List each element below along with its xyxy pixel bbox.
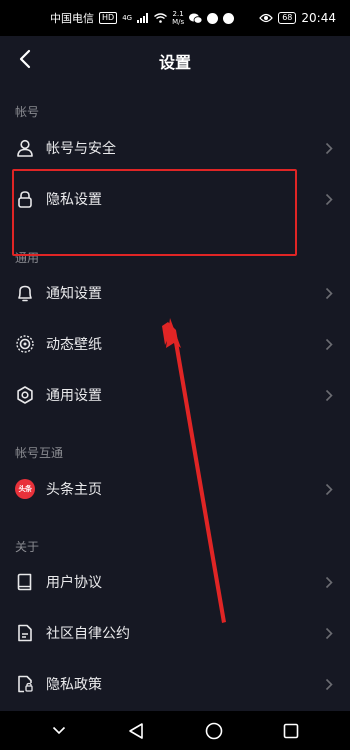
settings-item-notifications[interactable]: 通知设置 xyxy=(0,268,350,318)
chevron-right-icon xyxy=(324,192,334,206)
carrier-label: 中国电信 xyxy=(50,12,94,25)
chevron-right-icon xyxy=(324,337,334,351)
settings-item-label: 帐号与安全 xyxy=(46,141,116,157)
chevron-right-icon xyxy=(324,482,334,496)
settings-item-label: 隐私政策 xyxy=(46,677,102,693)
chevron-right-icon xyxy=(324,286,334,300)
page-header: 设置 xyxy=(0,36,350,82)
settings-item-community-convention[interactable]: 社区自律公约 xyxy=(0,608,350,658)
status-bar: 中国电信 HD 4G 2.1 M/s 68 20:44 xyxy=(0,0,350,36)
speed-unit: M/s xyxy=(172,18,185,26)
section-title-about: 关于 xyxy=(15,540,40,554)
settings-item-account-security[interactable]: 帐号与安全 xyxy=(0,123,350,173)
settings-item-privacy-policy[interactable]: 隐私政策 xyxy=(0,659,350,709)
book-icon xyxy=(14,571,36,593)
eye-icon xyxy=(259,13,274,23)
section-title-account: 帐号 xyxy=(15,105,40,119)
settings-item-toutiao[interactable]: 头条 头条主页 xyxy=(0,464,350,514)
settings-screen: 中国电信 HD 4G 2.1 M/s 68 20:44 设置 帐号 帐号与安全 … xyxy=(0,0,350,750)
network-type: 4G xyxy=(122,14,133,22)
battery-indicator: 68 xyxy=(278,12,297,24)
chevron-right-icon xyxy=(324,677,334,691)
chevron-right-icon xyxy=(324,388,334,402)
square-recents-icon xyxy=(283,723,299,738)
settings-item-label: 用户协议 xyxy=(46,575,102,591)
settings-item-general[interactable]: 通用设置 xyxy=(0,370,350,420)
settings-item-label: 头条主页 xyxy=(46,482,102,498)
settings-item-label: 社区自律公约 xyxy=(46,626,130,642)
document-icon xyxy=(14,622,36,644)
wallpaper-icon xyxy=(14,333,36,355)
person-icon xyxy=(14,137,36,159)
section-title-linked: 帐号互通 xyxy=(15,446,64,460)
speed-value: 2.1 xyxy=(172,10,184,18)
wechat-icon xyxy=(189,13,203,24)
settings-item-label: 通用设置 xyxy=(46,388,102,404)
chevron-right-icon xyxy=(324,575,334,589)
settings-item-user-agreement[interactable]: 用户协议 xyxy=(0,557,350,607)
chevron-right-icon xyxy=(324,141,334,155)
bell-icon xyxy=(14,282,36,304)
highlight-box xyxy=(12,169,297,256)
settings-item-label: 通知设置 xyxy=(46,286,102,302)
circle-home-icon xyxy=(205,722,223,739)
privacy-doc-icon xyxy=(14,673,36,695)
gear-icon xyxy=(14,384,36,406)
nav-recents-button[interactable] xyxy=(276,716,306,746)
status-left: 中国电信 HD 4G 2.1 M/s xyxy=(50,10,235,26)
app-notification-icon xyxy=(207,12,219,24)
chevron-right-icon xyxy=(324,626,334,640)
wifi-icon xyxy=(154,13,168,23)
toutiao-logo: 头条 xyxy=(15,479,35,499)
settings-item-label: 动态壁纸 xyxy=(46,337,102,353)
chevron-down-icon xyxy=(52,726,65,735)
hd-badge: HD xyxy=(99,12,118,24)
page-title: 设置 xyxy=(158,53,191,72)
clock: 20:44 xyxy=(301,11,336,25)
settings-item-wallpaper[interactable]: 动态壁纸 xyxy=(0,319,350,369)
system-nav-bar xyxy=(0,711,350,750)
signal-icon xyxy=(137,13,149,23)
triangle-back-icon xyxy=(129,722,144,739)
nav-back-button[interactable] xyxy=(121,716,151,746)
toutiao-icon: 头条 xyxy=(14,478,36,500)
status-right: 68 20:44 xyxy=(259,11,336,25)
nav-hide-button[interactable] xyxy=(44,716,74,746)
nav-home-button[interactable] xyxy=(199,716,229,746)
app-notification-icon-2 xyxy=(223,12,235,24)
network-speed: 2.1 M/s xyxy=(172,10,184,26)
